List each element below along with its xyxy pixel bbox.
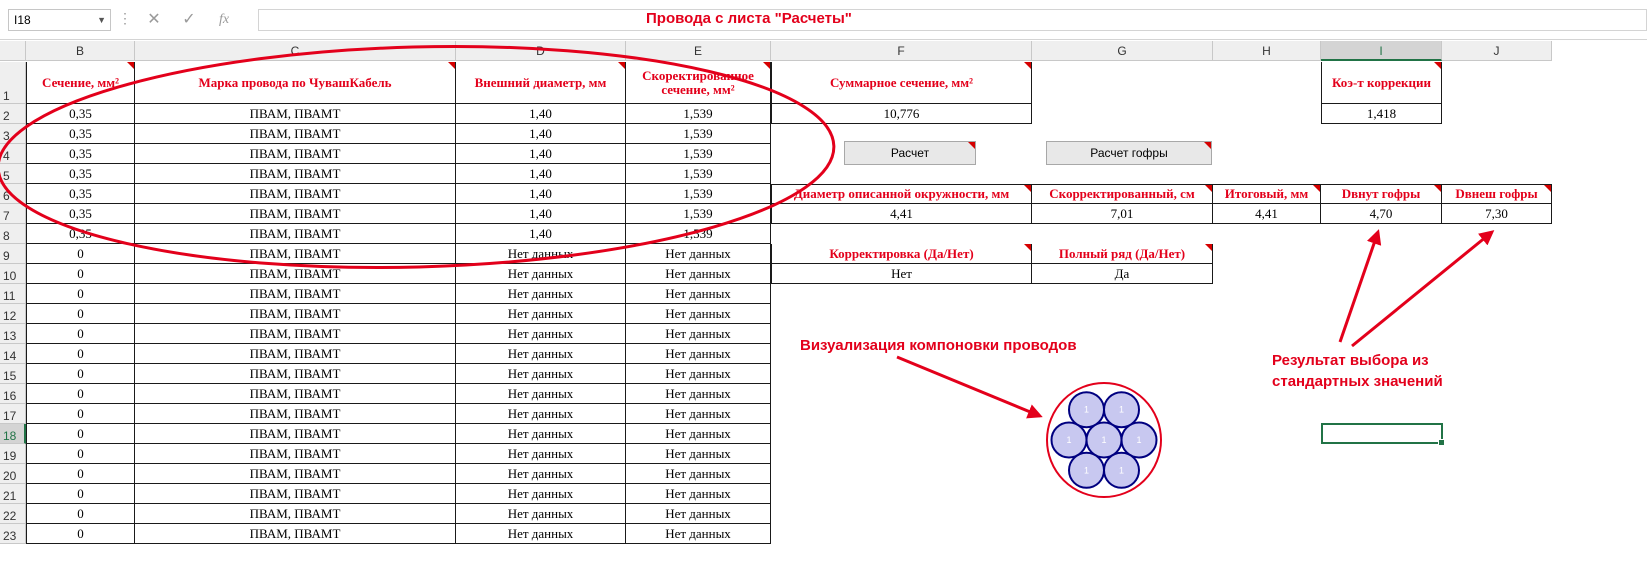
- wire-label: 1: [1136, 435, 1141, 445]
- arrow-to-visualization: [896, 355, 1043, 419]
- annotation-overlay: 1 1 1 1 1 1 1: [0, 44, 1495, 498]
- wire-label: 1: [1119, 405, 1124, 415]
- wire-label: 1: [1066, 435, 1071, 445]
- wire-label: 1: [1101, 435, 1106, 445]
- wire-label: 1: [1119, 465, 1124, 475]
- wire-layout-visualization: 1 1 1 1 1 1 1: [1046, 382, 1162, 498]
- highlight-ellipse: [0, 44, 836, 270]
- arrow-to-dinner: [1338, 229, 1382, 343]
- wire-label: 1: [1084, 465, 1089, 475]
- wire-label: 1: [1084, 405, 1089, 415]
